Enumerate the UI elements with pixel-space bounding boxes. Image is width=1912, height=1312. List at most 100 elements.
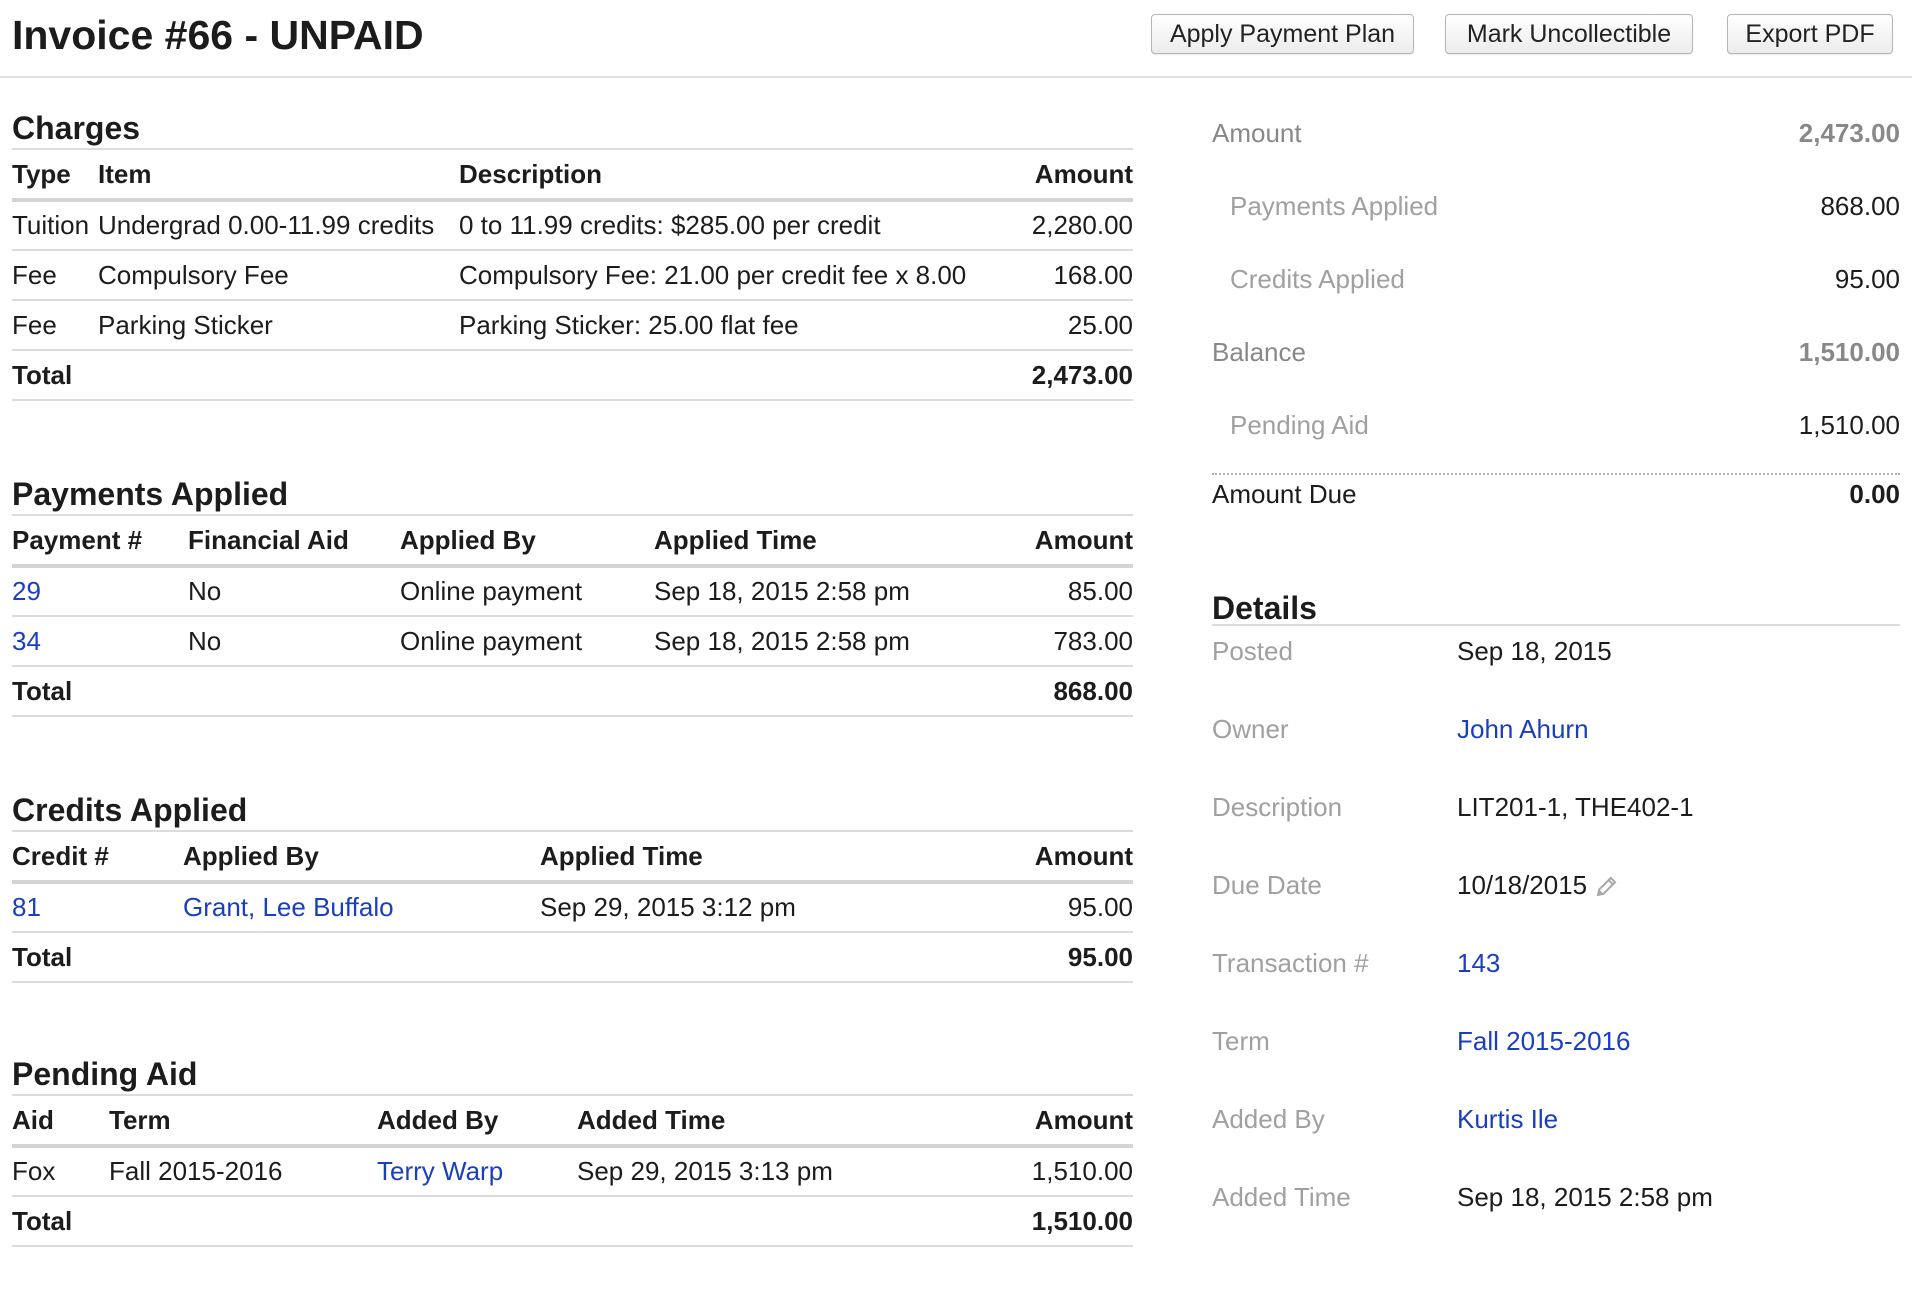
charges-section: Charges Type Item Description Amount Tui… <box>12 108 1133 401</box>
detail-label: Due Date <box>1212 870 1322 900</box>
summary-credits-row: Credits Applied 95.00 <box>1212 254 1900 327</box>
charge-type: Tuition <box>12 200 98 251</box>
mark-uncollectible-button[interactable]: Mark Uncollectible <box>1445 14 1693 54</box>
details-panel: Details Posted Sep 18, 2015 Owner John A… <box>1212 590 1900 1250</box>
charges-title: Charges <box>12 110 141 146</box>
pencil-edit-icon[interactable] <box>1595 874 1619 905</box>
added-by-link[interactable]: Terry Warp <box>377 1146 577 1197</box>
column-header: Payment # <box>12 516 188 568</box>
payment-number-link[interactable]: 34 <box>12 616 188 667</box>
charge-amount: 25.00 <box>1019 300 1133 351</box>
credits-header-row: Credit # Applied By Applied Time Amount <box>12 832 1133 884</box>
detail-label: Added By <box>1212 1104 1325 1134</box>
charge-description: 0 to 11.99 credits: $285.00 per credit <box>459 200 1019 251</box>
detail-row-owner: Owner John Ahurn <box>1212 704 1900 782</box>
charge-description: Compulsory Fee: 21.00 per credit fee x 8… <box>459 250 1019 301</box>
payment-number-link[interactable]: 29 <box>12 566 188 617</box>
detail-label: Transaction # <box>1212 948 1369 978</box>
summary-balance: 1,510.00 <box>1798 337 1900 367</box>
column-header: Amount <box>1019 150 1133 202</box>
payment-amount: 783.00 <box>994 616 1133 667</box>
column-header: Credit # <box>12 832 183 884</box>
column-header: Financial Aid <box>188 516 400 568</box>
applied-by: Online payment <box>400 616 654 667</box>
summary-amount-row: Amount 2,473.00 <box>1212 108 1900 181</box>
charges-total: 2,473.00 <box>1019 350 1133 401</box>
summary-amount-due: 0.00 <box>1849 479 1900 509</box>
detail-row-added-by: Added By Kurtis Ile <box>1212 1094 1900 1172</box>
summary-label: Pending Aid <box>1230 410 1369 440</box>
column-header: Added By <box>377 1096 577 1148</box>
credits-title: Credits Applied <box>12 792 248 828</box>
added-by-link[interactable]: Kurtis Ile <box>1457 1104 1558 1135</box>
total-label: Total <box>12 932 940 983</box>
column-header: Added Time <box>577 1096 977 1148</box>
charge-item: Undergrad 0.00-11.99 credits <box>98 200 459 251</box>
credit-number-link[interactable]: 81 <box>12 882 183 933</box>
details-title: Details <box>1212 590 1900 626</box>
detail-added-time: Sep 18, 2015 2:58 pm <box>1457 1182 1713 1212</box>
detail-label: Owner <box>1212 714 1289 744</box>
column-header: Type <box>12 150 98 202</box>
payments-table: Payment # Financial Aid Applied By Appli… <box>12 516 1133 717</box>
summary-label: Payments Applied <box>1230 191 1439 221</box>
charge-item: Compulsory Fee <box>98 250 459 301</box>
total-label: Total <box>12 350 1019 401</box>
owner-link[interactable]: John Ahurn <box>1457 714 1589 745</box>
column-header: Applied By <box>400 516 654 568</box>
total-label: Total <box>12 666 994 717</box>
summary-label: Amount Due <box>1212 479 1357 509</box>
pending-aid-table: Aid Term Added By Added Time Amount Fox … <box>12 1096 1133 1247</box>
total-label: Total <box>12 1196 977 1247</box>
export-pdf-button[interactable]: Export PDF <box>1727 14 1893 54</box>
transaction-link[interactable]: 143 <box>1457 948 1500 979</box>
detail-row-term: Term Fall 2015-2016 <box>1212 1016 1900 1094</box>
summary-amount: 2,473.00 <box>1798 118 1900 148</box>
pending-aid-total: 1,510.00 <box>977 1196 1133 1247</box>
summary-payments-row: Payments Applied 868.00 <box>1212 181 1900 254</box>
applied-by-link[interactable]: Grant, Lee Buffalo <box>183 882 540 933</box>
detail-row-posted: Posted Sep 18, 2015 <box>1212 626 1900 704</box>
column-header: Aid <box>12 1096 109 1148</box>
charge-type: Fee <box>12 300 98 351</box>
apply-payment-plan-button[interactable]: Apply Payment Plan <box>1151 14 1414 54</box>
aid-term: Fall 2015-2016 <box>109 1146 377 1197</box>
charges-total-row: Total 2,473.00 <box>12 350 1133 401</box>
summary-pending-aid-row: Pending Aid 1,510.00 <box>1212 400 1900 473</box>
page-title: Invoice #66 - UNPAID <box>12 12 424 58</box>
charge-type: Fee <box>12 250 98 301</box>
table-row: 81 Grant, Lee Buffalo Sep 29, 2015 3:12 … <box>12 882 1133 933</box>
charge-description: Parking Sticker: 25.00 flat fee <box>459 300 1019 351</box>
added-time: Sep 29, 2015 3:13 pm <box>577 1146 977 1197</box>
pending-aid-total-row: Total 1,510.00 <box>12 1196 1133 1247</box>
table-row: Tuition Undergrad 0.00-11.99 credits 0 t… <box>12 200 1133 251</box>
detail-row-added-time: Added Time Sep 18, 2015 2:58 pm <box>1212 1172 1900 1250</box>
column-header: Applied Time <box>540 832 940 884</box>
term-link[interactable]: Fall 2015-2016 <box>1457 1026 1630 1057</box>
column-header: Description <box>459 150 1019 202</box>
charge-amount: 168.00 <box>1019 250 1133 301</box>
summary-balance-row: Balance 1,510.00 <box>1212 327 1900 400</box>
charge-amount: 2,280.00 <box>1019 200 1133 251</box>
pending-aid-section: Pending Aid Aid Term Added By Added Time… <box>12 1054 1133 1247</box>
payments-title: Payments Applied <box>12 476 289 512</box>
aid-name: Fox <box>12 1146 109 1197</box>
credits-total-row: Total 95.00 <box>12 932 1133 983</box>
detail-label: Added Time <box>1212 1182 1351 1212</box>
payments-total-row: Total 868.00 <box>12 666 1133 717</box>
invoice-summary: Amount 2,473.00 Payments Applied 868.00 … <box>1212 108 1900 533</box>
detail-label: Posted <box>1212 636 1293 666</box>
detail-due-date: 10/18/2015 <box>1457 870 1588 900</box>
column-header: Amount <box>940 832 1133 884</box>
charges-table: Type Item Description Amount Tuition Und… <box>12 150 1133 401</box>
table-row: Fee Parking Sticker Parking Sticker: 25.… <box>12 300 1133 351</box>
detail-row-due-date: Due Date 10/18/2015 <box>1212 860 1900 938</box>
applied-time: Sep 29, 2015 3:12 pm <box>540 882 940 933</box>
financial-aid: No <box>188 566 400 617</box>
summary-amount-due-row: Amount Due 0.00 <box>1212 473 1900 533</box>
summary-label: Balance <box>1212 337 1306 367</box>
financial-aid: No <box>188 616 400 667</box>
summary-payments-applied: 868.00 <box>1820 191 1900 221</box>
payments-header-row: Payment # Financial Aid Applied By Appli… <box>12 516 1133 568</box>
charge-item: Parking Sticker <box>98 300 459 351</box>
